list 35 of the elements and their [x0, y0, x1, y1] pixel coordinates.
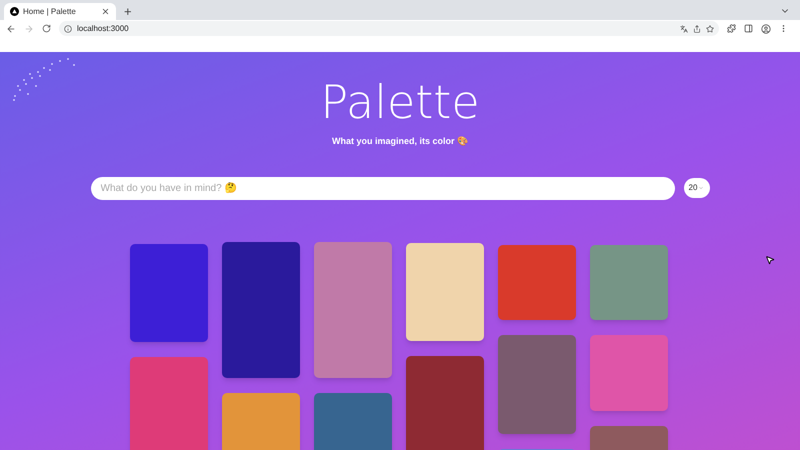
color-swatch[interactable]	[130, 244, 208, 342]
star-icon[interactable]	[706, 24, 714, 32]
reload-icon[interactable]	[42, 24, 51, 33]
triangle-logo-icon	[10, 7, 19, 16]
new-tab-button[interactable]: +	[124, 5, 132, 18]
address-text: localhost:3000	[77, 22, 129, 34]
color-swatch[interactable]	[314, 242, 392, 378]
count-select[interactable]: 20	[684, 178, 710, 198]
cursor-icon	[765, 255, 775, 265]
page-title: Palette	[320, 79, 480, 125]
color-swatch[interactable]	[222, 392, 300, 450]
subtitle: What you imagined, its color 🎨	[332, 135, 468, 148]
color-swatch[interactable]	[590, 334, 668, 410]
share-icon[interactable]	[693, 24, 701, 32]
color-swatch[interactable]	[498, 334, 576, 434]
address-bar[interactable]: localhost:3000	[59, 21, 719, 36]
back-icon[interactable]	[6, 24, 16, 34]
info-icon[interactable]	[64, 24, 72, 32]
browser-tab[interactable]: Home | Palette	[4, 3, 116, 20]
close-icon[interactable]	[101, 7, 110, 16]
search-field[interactable]: What do you have in mind? 🤔	[90, 176, 674, 200]
color-swatch[interactable]	[406, 356, 484, 450]
chevron-icon	[698, 185, 704, 191]
tab-title: Home | Palette	[23, 6, 77, 18]
translate-icon[interactable]	[680, 24, 688, 32]
color-swatch[interactable]	[222, 242, 300, 378]
color-swatch[interactable]	[498, 244, 576, 320]
extensions-icon[interactable]	[727, 24, 736, 33]
color-swatch[interactable]	[130, 356, 208, 450]
profile-icon[interactable]	[761, 24, 771, 34]
forward-icon[interactable]	[24, 24, 34, 34]
side-panel-icon[interactable]	[744, 24, 753, 33]
color-swatch[interactable]	[590, 244, 668, 320]
color-swatch[interactable]	[406, 242, 484, 340]
color-swatch[interactable]	[314, 392, 392, 450]
